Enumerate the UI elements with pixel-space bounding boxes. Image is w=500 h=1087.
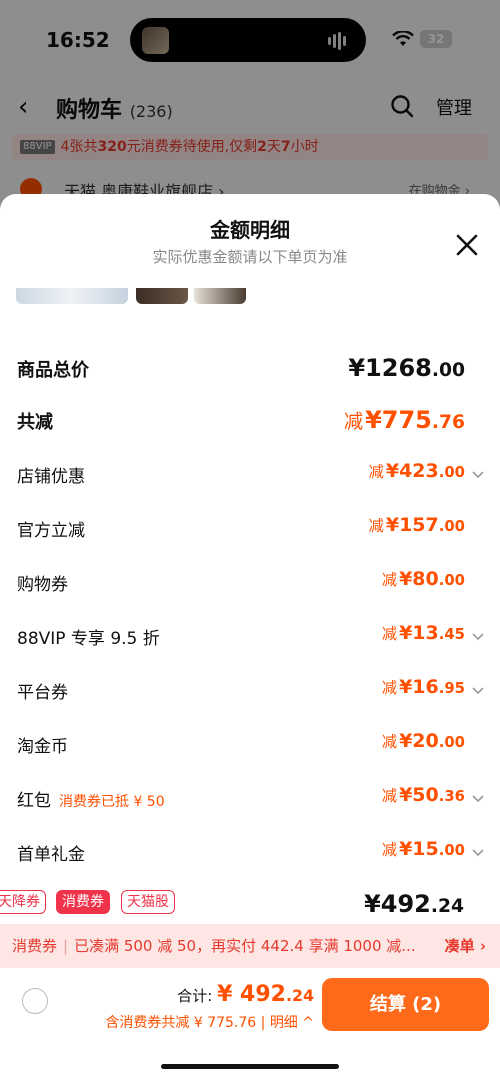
row-value: 减 ¥20.00 [382, 730, 465, 752]
row-goods-total: 商品总价 ¥1268.00 [17, 350, 485, 386]
value-prefix: 减 [381, 625, 398, 643]
select-all-checkbox[interactable] [22, 988, 48, 1014]
value-prefix: 减 [368, 463, 384, 481]
amount-detail-sheet: 金额明细 实际优惠金额请以下单页为准 商品总价 ¥1268.00 共减 减¥77… [0, 194, 500, 1087]
detail-toggle[interactable]: 明细 ^ [270, 1015, 314, 1031]
value-prefix: 减 [368, 517, 384, 535]
row-value: 减 ¥13.45 [382, 622, 465, 644]
row-label: 共减 [17, 412, 53, 433]
row-label: 官方立减 [17, 521, 85, 541]
sheet-subtitle: 实际优惠金额请以下单页为准 [152, 248, 348, 266]
value-dec: .00 [438, 572, 465, 589]
coupon-tags: 天降券 消费券 天猫股 [0, 886, 180, 918]
value-int: ¥13 [399, 622, 439, 644]
row-taojinbi: 淘金币 减 ¥20.00 [17, 726, 485, 762]
close-icon[interactable] [452, 230, 482, 260]
value-int: ¥423 [385, 460, 439, 482]
row-label: 平台券 [17, 683, 68, 703]
value-prefix: 减 [381, 571, 398, 589]
coupon-tag: 天猫股 [121, 890, 175, 914]
coupon-tag: 天降券 [0, 890, 46, 914]
row-value: 减¥775.76 [344, 406, 465, 434]
coupon-progress-banner[interactable]: 消费券 | 已凑满 500 减 50，再实付 442.4 享满 1000 减... … [0, 924, 500, 968]
value-prefix: 减 [381, 787, 398, 805]
value-dec: .00 [438, 734, 465, 751]
value-dec: .45 [438, 626, 465, 643]
row-label: 88VIP 专享 9.5 折 [17, 629, 160, 649]
total-int: ¥ 492 [217, 982, 286, 1007]
row-sublabel: 消费券已抵 ¥ 50 [59, 794, 165, 810]
row-value: 减 ¥80.00 [382, 568, 465, 590]
value-int: ¥157 [385, 514, 439, 536]
row-label-text: 红包 [17, 791, 51, 811]
value-dec: .95 [438, 680, 465, 697]
row-label: 淘金币 [17, 737, 68, 757]
row-88vip-discount[interactable]: 88VIP 专享 9.5 折 减 ¥13.45 [17, 618, 485, 654]
row-label: 首单礼金 [17, 845, 85, 865]
chevron-down-icon[interactable] [471, 792, 485, 806]
banner-divider: | [63, 937, 69, 955]
value-int: ¥492 [364, 890, 431, 918]
value-int: ¥50 [399, 784, 439, 806]
banner-label: 消费券 [12, 937, 58, 955]
discount-summary[interactable]: 含消费券共减 ¥ 775.76 | 明细 ^ [105, 1012, 314, 1032]
product-thumbnail [194, 288, 246, 304]
add-items-button[interactable]: 凑单 › [445, 924, 486, 968]
final-amount: ¥492.24 [364, 890, 464, 918]
product-thumbnail [136, 288, 188, 304]
value-int: ¥15 [399, 838, 439, 860]
row-value: ¥1268.00 [348, 354, 465, 382]
sheet-title: 金额明细 [210, 218, 290, 242]
value-dec: .00 [438, 842, 465, 859]
value-prefix: 减 [381, 733, 398, 751]
row-value: 减 ¥16.95 [382, 676, 465, 698]
row-first-order-gift[interactable]: 首单礼金 减 ¥15.00 [17, 834, 485, 870]
total-label: 合计: [177, 987, 218, 1005]
checkout-bar: 合计: ¥ 492.24 含消费券共减 ¥ 775.76 | 明细 ^ 结算 (… [0, 968, 500, 1087]
row-total-discount: 共减 减¥775.76 [17, 402, 485, 438]
coupon-tag: 消费券 [56, 890, 110, 914]
product-thumbnails [16, 288, 256, 304]
row-value: 减 ¥423.00 [369, 460, 465, 482]
value-dec: .76 [431, 412, 465, 433]
value-dec: .00 [438, 518, 465, 535]
value-dec: .24 [430, 896, 464, 917]
row-shopping-voucher: 购物券 减 ¥80.00 [17, 564, 485, 600]
row-label: 店铺优惠 [17, 467, 85, 487]
value-int: ¥16 [399, 676, 439, 698]
value-int: ¥775 [365, 406, 432, 434]
row-value: 减 ¥50.36 [382, 784, 465, 806]
row-shop-discount[interactable]: 店铺优惠 减 ¥423.00 [17, 456, 485, 492]
row-red-packet[interactable]: 红包 消费券已抵 ¥ 50 减 ¥50.36 [17, 780, 485, 816]
row-value: 减 ¥15.00 [382, 838, 465, 860]
chevron-down-icon[interactable] [471, 630, 485, 644]
checkout-button[interactable]: 结算 (2) [322, 978, 489, 1031]
value-dec: .00 [431, 360, 465, 381]
value-dec: .00 [438, 464, 465, 481]
total-amount: ¥ 492.24 [217, 982, 314, 1007]
product-thumbnail [16, 288, 128, 304]
row-value: 减 ¥157.00 [369, 514, 465, 536]
chevron-down-icon[interactable] [471, 684, 485, 698]
row-label: 红包 消费券已抵 ¥ 50 [17, 786, 165, 811]
discount-text: 含消费券共减 ¥ 775.76 [105, 1015, 257, 1031]
value-int: ¥20 [399, 730, 439, 752]
value-prefix: 减 [381, 841, 398, 859]
banner-text: 已凑满 500 减 50，再实付 442.4 享满 1000 减... [74, 937, 416, 955]
value-prefix: 减 [343, 410, 364, 433]
row-label: 商品总价 [17, 360, 89, 381]
value-int: ¥1268 [348, 354, 432, 382]
total-dec: .24 [285, 986, 314, 1005]
chevron-down-icon[interactable] [471, 468, 485, 482]
row-official-discount: 官方立减 减 ¥157.00 [17, 510, 485, 546]
chevron-down-icon[interactable] [471, 846, 485, 860]
value-dec: .36 [438, 788, 465, 805]
home-indicator [161, 1064, 339, 1069]
value-int: ¥80 [399, 568, 439, 590]
value-prefix: 减 [381, 679, 398, 697]
total-line: 合计: ¥ 492.24 [177, 982, 314, 1007]
row-platform-coupon[interactable]: 平台券 减 ¥16.95 [17, 672, 485, 708]
row-label: 购物券 [17, 575, 68, 595]
